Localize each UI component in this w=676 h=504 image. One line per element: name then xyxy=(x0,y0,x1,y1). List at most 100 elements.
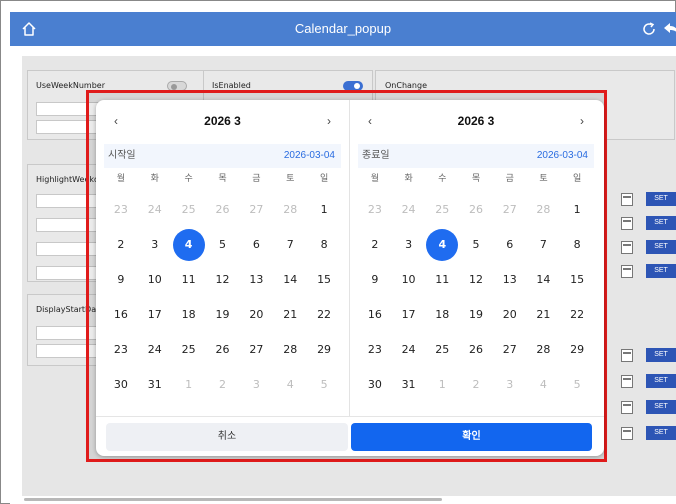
day-cell[interactable]: 2 xyxy=(206,367,240,402)
calendar-icon[interactable] xyxy=(621,241,633,254)
day-cell[interactable]: 17 xyxy=(392,297,426,332)
day-cell[interactable]: 3 xyxy=(493,367,527,402)
day-cell[interactable]: 23 xyxy=(358,332,392,367)
day-cell[interactable]: 6 xyxy=(239,227,273,262)
day-cell[interactable]: 23 xyxy=(104,192,138,227)
day-cell[interactable]: 23 xyxy=(358,192,392,227)
day-cell[interactable]: 28 xyxy=(273,192,307,227)
day-cell[interactable]: 7 xyxy=(527,227,561,262)
day-cell[interactable]: 3 xyxy=(392,227,426,262)
day-cell[interactable]: 26 xyxy=(206,192,240,227)
day-cell[interactable]: 1 xyxy=(172,367,206,402)
day-cell[interactable]: 25 xyxy=(172,192,206,227)
day-cell[interactable]: 15 xyxy=(560,262,594,297)
day-cell[interactable]: 12 xyxy=(459,262,493,297)
day-cell[interactable]: 1 xyxy=(307,192,341,227)
confirm-button[interactable]: 확인 xyxy=(351,423,592,451)
day-cell[interactable]: 13 xyxy=(493,262,527,297)
horizontal-scrollbar[interactable] xyxy=(24,498,442,501)
set-button[interactable]: SET xyxy=(646,192,676,206)
day-cell[interactable]: 13 xyxy=(239,262,273,297)
day-cell[interactable]: 5 xyxy=(459,227,493,262)
day-cell[interactable]: 14 xyxy=(527,262,561,297)
day-cell[interactable]: 6 xyxy=(493,227,527,262)
day-cell[interactable]: 21 xyxy=(527,297,561,332)
day-cell[interactable]: 8 xyxy=(307,227,341,262)
day-cell[interactable]: 9 xyxy=(358,262,392,297)
day-cell[interactable]: 1 xyxy=(560,192,594,227)
calendar-icon[interactable] xyxy=(621,349,633,362)
day-cell[interactable]: 21 xyxy=(273,297,307,332)
cancel-button[interactable]: 취소 xyxy=(106,423,348,451)
day-cell[interactable]: 29 xyxy=(307,332,341,367)
day-cell[interactable]: 15 xyxy=(307,262,341,297)
day-cell[interactable]: 28 xyxy=(273,332,307,367)
day-cell[interactable]: 19 xyxy=(459,297,493,332)
day-cell[interactable]: 28 xyxy=(527,332,561,367)
day-cell[interactable]: 18 xyxy=(425,297,459,332)
back-arrow-icon[interactable] xyxy=(662,20,676,38)
day-cell[interactable]: 19 xyxy=(206,297,240,332)
day-cell[interactable]: 26 xyxy=(459,332,493,367)
day-cell[interactable]: 25 xyxy=(425,332,459,367)
day-cell[interactable]: 23 xyxy=(104,332,138,367)
day-cell[interactable]: 14 xyxy=(273,262,307,297)
day-cell[interactable]: 3 xyxy=(138,227,172,262)
day-cell[interactable]: 11 xyxy=(425,262,459,297)
calendar-icon[interactable] xyxy=(621,375,633,388)
day-cell[interactable]: 10 xyxy=(392,262,426,297)
day-cell[interactable]: 24 xyxy=(392,192,426,227)
calendar-icon[interactable] xyxy=(621,217,633,230)
day-cell[interactable]: 2 xyxy=(459,367,493,402)
day-cell[interactable]: 20 xyxy=(239,297,273,332)
set-button[interactable]: SET xyxy=(646,348,676,362)
day-cell[interactable]: 30 xyxy=(358,367,392,402)
day-cell[interactable]: 11 xyxy=(172,262,206,297)
next-month-button[interactable]: › xyxy=(572,108,592,134)
day-cell[interactable]: 26 xyxy=(459,192,493,227)
day-cell[interactable]: 28 xyxy=(527,192,561,227)
day-cell[interactable]: 27 xyxy=(493,192,527,227)
day-cell[interactable]: 31 xyxy=(392,367,426,402)
day-cell[interactable]: 25 xyxy=(425,192,459,227)
day-cell[interactable]: 9 xyxy=(104,262,138,297)
set-button[interactable]: SET xyxy=(646,240,676,254)
day-cell[interactable]: 31 xyxy=(138,367,172,402)
day-cell[interactable]: 26 xyxy=(206,332,240,367)
next-month-button[interactable]: › xyxy=(319,108,339,134)
day-cell[interactable]: 8 xyxy=(560,227,594,262)
day-cell[interactable]: 7 xyxy=(273,227,307,262)
day-cell[interactable]: 27 xyxy=(493,332,527,367)
day-cell[interactable]: 1 xyxy=(425,367,459,402)
day-cell[interactable]: 4 xyxy=(273,367,307,402)
day-cell[interactable]: 22 xyxy=(560,297,594,332)
refresh-icon[interactable] xyxy=(640,20,658,38)
day-cell[interactable]: 24 xyxy=(392,332,426,367)
day-cell[interactable]: 2 xyxy=(104,227,138,262)
day-cell[interactable]: 5 xyxy=(307,367,341,402)
day-cell[interactable]: 29 xyxy=(560,332,594,367)
selected-day-cell[interactable]: 4 xyxy=(172,227,206,262)
day-cell[interactable]: 10 xyxy=(138,262,172,297)
selected-day-cell[interactable]: 4 xyxy=(425,227,459,262)
day-cell[interactable]: 27 xyxy=(239,332,273,367)
day-cell[interactable]: 24 xyxy=(138,332,172,367)
day-cell[interactable]: 5 xyxy=(560,367,594,402)
set-button[interactable]: SET xyxy=(646,426,676,440)
calendar-icon[interactable] xyxy=(621,193,633,206)
day-cell[interactable]: 4 xyxy=(527,367,561,402)
day-cell[interactable]: 18 xyxy=(172,297,206,332)
calendar-icon[interactable] xyxy=(621,401,633,414)
day-cell[interactable]: 17 xyxy=(138,297,172,332)
day-cell[interactable]: 16 xyxy=(104,297,138,332)
day-cell[interactable]: 20 xyxy=(493,297,527,332)
set-button[interactable]: SET xyxy=(646,374,676,388)
day-cell[interactable]: 22 xyxy=(307,297,341,332)
day-cell[interactable]: 24 xyxy=(138,192,172,227)
day-cell[interactable]: 5 xyxy=(206,227,240,262)
day-cell[interactable]: 3 xyxy=(239,367,273,402)
day-cell[interactable]: 12 xyxy=(206,262,240,297)
day-cell[interactable]: 2 xyxy=(358,227,392,262)
set-button[interactable]: SET xyxy=(646,264,676,278)
day-cell[interactable]: 30 xyxy=(104,367,138,402)
